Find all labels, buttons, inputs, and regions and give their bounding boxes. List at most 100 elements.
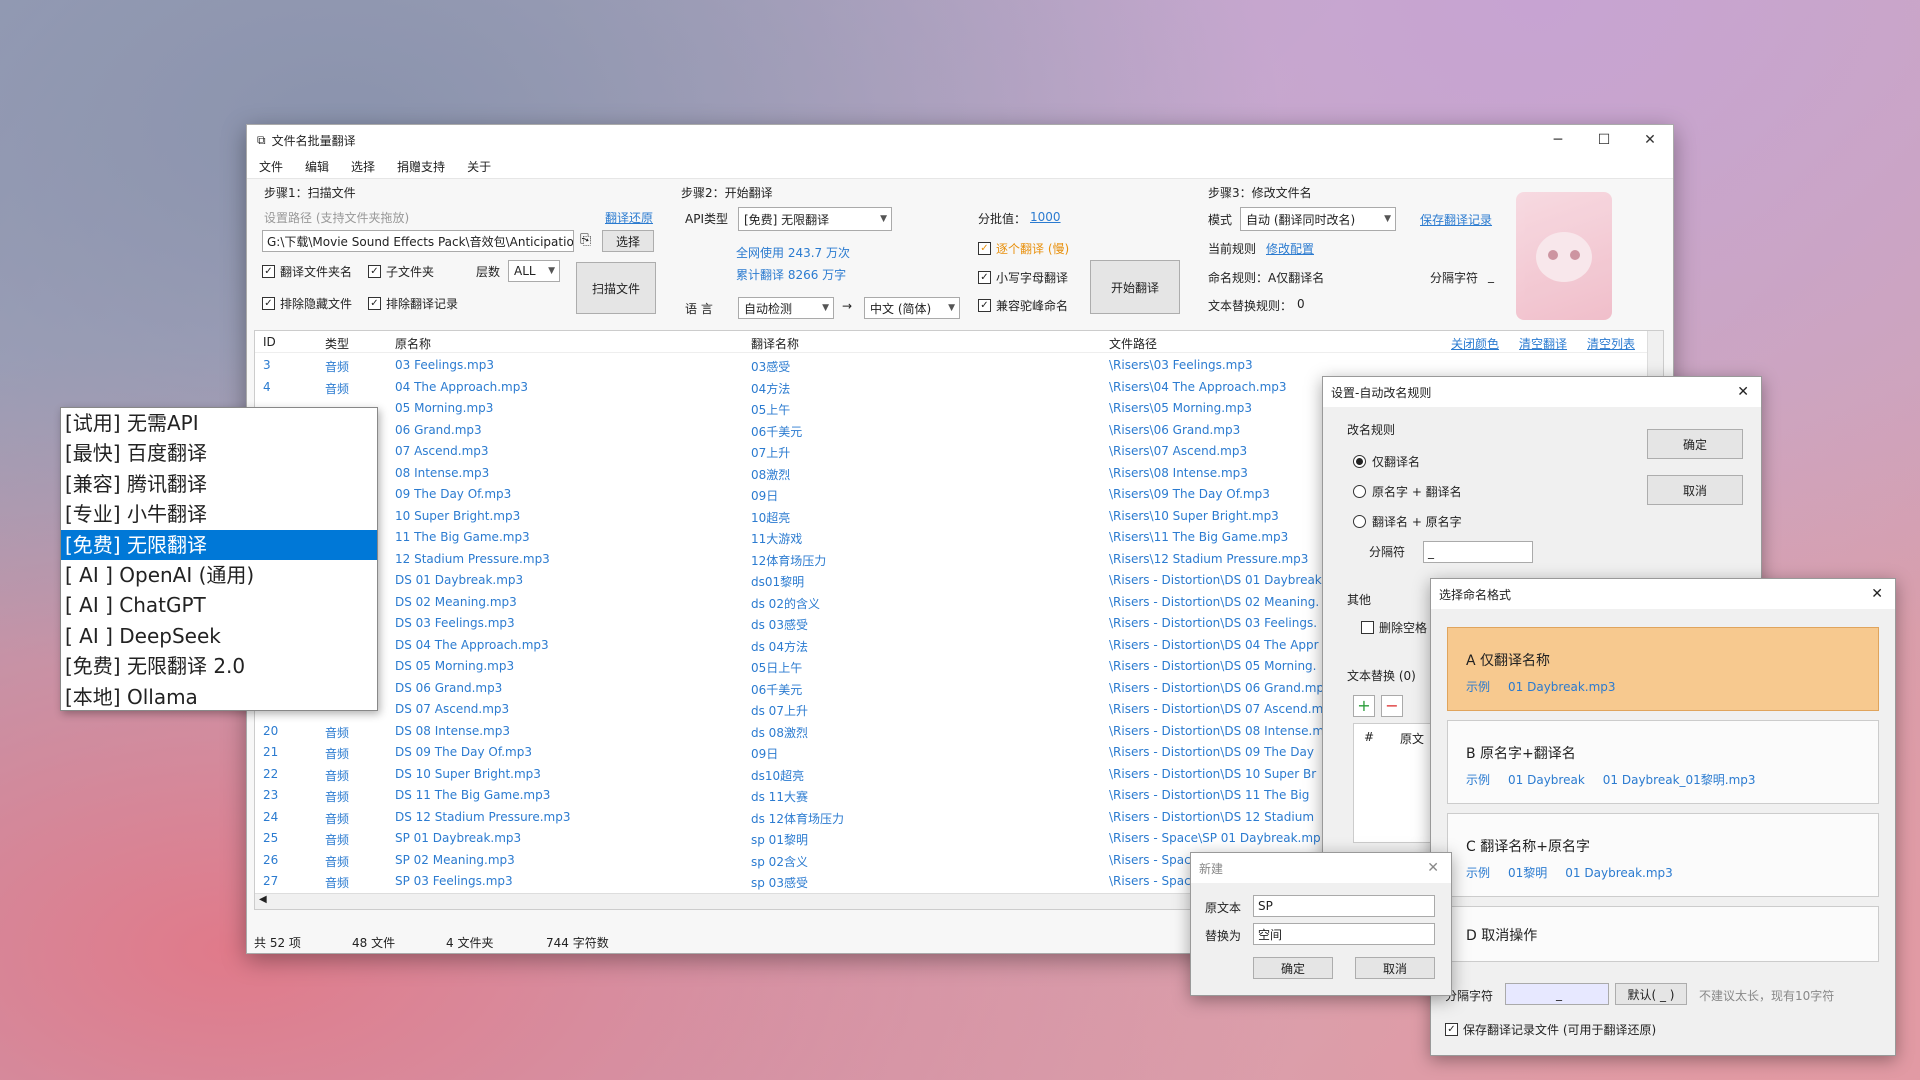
modify-config-link[interactable]: 修改配置 bbox=[1266, 240, 1314, 257]
rule-separator-input[interactable]: _ bbox=[1423, 541, 1533, 563]
add-icon[interactable]: + bbox=[1353, 695, 1375, 717]
table-header: ID 类型 原名称 翻译名称 文件路径 关闭颜色 清空翻译 清空列表 bbox=[255, 331, 1663, 353]
new-dialog-title: 新建 bbox=[1199, 861, 1224, 876]
api-option-baidu[interactable]: [最快] 百度翻译 bbox=[61, 438, 377, 468]
minimize-button[interactable]: ─ bbox=[1535, 132, 1581, 148]
new-ok-button[interactable]: 确定 bbox=[1253, 957, 1333, 979]
maximize-button[interactable]: ☐ bbox=[1581, 132, 1627, 148]
cell-trans: sp 03感受 bbox=[751, 876, 808, 890]
text-replace-label: 文本替换 (0) bbox=[1347, 669, 1416, 683]
rule-option-orig-plus-trans[interactable]: 原名字 + 翻译名 bbox=[1353, 483, 1462, 500]
col-type[interactable]: 类型 bbox=[325, 335, 349, 352]
col-id[interactable]: ID bbox=[263, 335, 276, 349]
camelcase-checkbox[interactable]: ✓ 兼容驼峰命名 bbox=[978, 297, 1068, 314]
menu-donate[interactable]: 捐赠支持 bbox=[397, 158, 445, 175]
rule-ok-button[interactable]: 确定 bbox=[1647, 429, 1743, 459]
api-option-chatgpt[interactable]: [ AI ] ChatGPT bbox=[61, 590, 377, 620]
clipboard-icon[interactable]: ⎘ bbox=[580, 232, 591, 248]
cell-type: 音频 bbox=[325, 360, 350, 374]
text-replace-rule-label: 文本替换规则： bbox=[1208, 299, 1293, 313]
api-type-dropdown: [试用] 无需API [最快] 百度翻译 [兼容] 腾讯翻译 [专业] 小牛翻译… bbox=[60, 407, 378, 711]
subfolder-checkbox[interactable]: ✓ 子文件夹 bbox=[368, 263, 434, 280]
exclude-hidden-checkbox[interactable]: ✓ 排除隐藏文件 bbox=[262, 295, 352, 312]
api-option-openai[interactable]: [ AI ] OpenAI (通用) bbox=[61, 560, 377, 590]
chevron-down-icon: ▼ bbox=[948, 303, 955, 313]
menu-select[interactable]: 选择 bbox=[351, 158, 375, 175]
format-option-a[interactable]: A 仅翻译名称 示例 01 Daybreak.mp3 bbox=[1447, 627, 1879, 711]
format-separator-input[interactable]: _ bbox=[1505, 983, 1609, 1005]
close-button[interactable]: ✕ bbox=[1627, 132, 1673, 148]
save-record-link[interactable]: 保存翻译记录 bbox=[1420, 211, 1492, 228]
scan-files-button[interactable]: 扫描文件 bbox=[576, 262, 656, 314]
close-icon[interactable]: ✕ bbox=[1737, 384, 1749, 400]
api-option-ollama[interactable]: [本地] Ollama bbox=[61, 682, 377, 712]
save-record-file-checkbox[interactable]: ✓ 保存翻译记录文件 (可用于翻译还原) bbox=[1445, 1021, 1656, 1038]
mode-select[interactable]: 自动 (翻译同时改名) ▼ bbox=[1240, 207, 1396, 231]
cell-orig: DS 09 The Day Of.mp3 bbox=[395, 745, 532, 759]
cell-type: 音频 bbox=[325, 747, 350, 761]
api-type-select[interactable]: [免费] 无限翻译 ▼ bbox=[738, 207, 892, 231]
cell-trans: ds 07上升 bbox=[751, 704, 808, 718]
start-translate-button[interactable]: 开始翻译 bbox=[1090, 260, 1180, 314]
status-total: 共 52 项 bbox=[254, 936, 301, 950]
text-replace-rule-count: 0 bbox=[1297, 297, 1305, 311]
api-option-niutrans[interactable]: [专业] 小牛翻译 bbox=[61, 499, 377, 529]
app-icon: ⧉ bbox=[257, 132, 266, 147]
restore-link[interactable]: 翻译还原 bbox=[605, 209, 653, 226]
source-language-select[interactable]: 自动检测 ▼ bbox=[738, 297, 834, 319]
api-option-deepseek[interactable]: [ AI ] DeepSeek bbox=[61, 621, 377, 651]
target-language-select[interactable]: 中文 (简体) ▼ bbox=[864, 297, 960, 319]
remove-icon[interactable]: − bbox=[1381, 695, 1403, 717]
cell-trans: sp 02含义 bbox=[751, 854, 808, 869]
replace-col-hash: # bbox=[1364, 730, 1375, 744]
translate-folder-checkbox[interactable]: ✓ 翻译文件夹名 bbox=[262, 263, 352, 280]
rule-other-label: 其他 bbox=[1347, 593, 1372, 607]
api-option-tencent[interactable]: [兼容] 腾讯翻译 bbox=[61, 469, 377, 499]
path-input[interactable]: G:\下载\Movie Sound Effects Pack\音效包\Antic… bbox=[262, 230, 574, 252]
col-original-name[interactable]: 原名称 bbox=[395, 335, 431, 352]
format-c-example: 示例 01黎明 01 Daybreak.mp3 bbox=[1466, 866, 1673, 880]
col-file-path[interactable]: 文件路径 bbox=[1109, 335, 1157, 352]
check-icon: ✓ bbox=[978, 242, 991, 255]
api-option-free-unlimited[interactable]: [免费] 无限翻译 bbox=[61, 529, 377, 560]
clear-list-link[interactable]: 清空列表 bbox=[1587, 335, 1635, 352]
close-icon[interactable]: ✕ bbox=[1427, 860, 1439, 876]
menu-edit[interactable]: 编辑 bbox=[305, 158, 329, 175]
cell-trans: 12体育场压力 bbox=[751, 553, 827, 568]
lowercase-checkbox[interactable]: ✓ 小写字母翻译 bbox=[978, 269, 1068, 286]
new-cancel-button[interactable]: 取消 bbox=[1355, 957, 1435, 979]
format-option-b[interactable]: B 原名字+翻译名 示例 01 Daybreak 01 Daybreak_01黎明.… bbox=[1447, 720, 1879, 804]
format-option-d[interactable]: D 取消操作 bbox=[1447, 906, 1879, 962]
cell-trans: ds 12体育场压力 bbox=[751, 811, 844, 826]
api-option-free-unlimited-2[interactable]: [免费] 无限翻译 2.0 bbox=[61, 651, 377, 681]
scroll-left-icon: ◀ bbox=[259, 894, 267, 905]
format-option-c[interactable]: C 翻译名称+原名字 示例 01黎明 01 Daybreak.mp3 bbox=[1447, 813, 1879, 897]
title-bar: ⧉ 文件名批量翻译 ─ ☐ ✕ bbox=[247, 125, 1673, 155]
exclude-records-checkbox[interactable]: ✓ 排除翻译记录 bbox=[368, 295, 458, 312]
cell-type: 音频 bbox=[325, 381, 350, 396]
batch-label: 分批值： bbox=[978, 212, 1027, 226]
col-translated-name[interactable]: 翻译名称 bbox=[751, 335, 799, 352]
close-colors-link[interactable]: 关闭颜色 bbox=[1451, 335, 1499, 352]
api-option-trial[interactable]: [试用] 无需API bbox=[61, 408, 377, 438]
cell-trans: ds 04方法 bbox=[751, 639, 808, 654]
batch-value-link[interactable]: 1000 bbox=[1030, 210, 1061, 224]
cell-orig: 10 Super Bright.mp3 bbox=[395, 508, 521, 523]
remove-space-checkbox[interactable]: 删除空格 bbox=[1361, 619, 1427, 636]
replace-with-input[interactable]: 空间 bbox=[1253, 923, 1435, 945]
layer-select[interactable]: ALL ▼ bbox=[508, 260, 560, 282]
one-by-one-checkbox[interactable]: ✓ 逐个翻译 (慢) bbox=[978, 240, 1069, 257]
status-files: 48 文件 bbox=[352, 936, 396, 950]
default-separator-button[interactable]: 默认( _ ) bbox=[1615, 983, 1687, 1005]
menu-file[interactable]: 文件 bbox=[259, 158, 283, 175]
rule-cancel-button[interactable]: 取消 bbox=[1647, 475, 1743, 505]
orig-text-input[interactable]: SP bbox=[1253, 895, 1435, 917]
rule-option-trans-plus-orig[interactable]: 翻译名 + 原名字 bbox=[1353, 513, 1462, 530]
menu-about[interactable]: 关于 bbox=[467, 158, 491, 175]
close-icon[interactable]: ✕ bbox=[1871, 586, 1883, 602]
cell-id: 3 bbox=[263, 358, 271, 372]
select-path-button[interactable]: 选择 bbox=[602, 230, 654, 252]
clear-translation-link[interactable]: 清空翻译 bbox=[1519, 335, 1567, 352]
table-row[interactable]: 3 音频 03 Feelings.mp3 03感受 \Risers\03 Feeling… bbox=[255, 355, 1663, 377]
rule-option-translated-only[interactable]: 仅翻译名 bbox=[1353, 453, 1420, 470]
